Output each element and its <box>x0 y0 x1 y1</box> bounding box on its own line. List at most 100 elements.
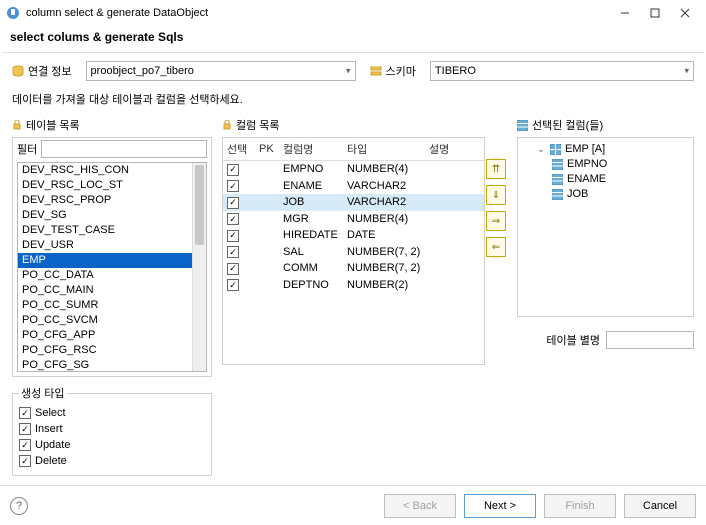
tree-column-item[interactable]: ENAME <box>522 172 689 187</box>
expand-icon[interactable]: ⌄ <box>536 142 546 157</box>
back-button[interactable]: < Back <box>384 494 456 518</box>
checkbox[interactable]: ✓ <box>19 407 31 419</box>
col-header-name[interactable]: 컬럼명 <box>279 138 343 161</box>
schema-select[interactable]: TIBERO ▾ <box>430 61 694 81</box>
column-icon <box>552 174 563 185</box>
gen-type-option[interactable]: ✓ Insert <box>19 421 205 437</box>
table-icon <box>550 144 561 155</box>
checkbox[interactable]: ✓ <box>227 230 239 242</box>
table-item[interactable]: DEV_RSC_LOC_ST <box>18 178 206 193</box>
tree-column-item[interactable]: EMPNO <box>522 157 689 172</box>
table-item[interactable]: PO_CC_MAIN <box>18 283 206 298</box>
tables-fieldset: 필터 DEV_RSC_HIS_CONDEV_RSC_LOC_STDEV_RSC_… <box>12 137 212 377</box>
table-item[interactable]: DEV_USR <box>18 238 206 253</box>
table-item[interactable]: DEV_RSC_HIS_CON <box>18 163 206 178</box>
checkbox[interactable]: ✓ <box>227 213 239 225</box>
scrollbar[interactable] <box>192 163 206 371</box>
schema-icon <box>370 65 382 77</box>
checkbox[interactable]: ✓ <box>19 455 31 467</box>
connection-row: 연결 정보 proobject_po7_tibero ▾ 스키마 TIBERO … <box>12 61 694 81</box>
schema-value: TIBERO <box>435 65 476 77</box>
gen-type-label: Insert <box>35 423 63 435</box>
checkbox[interactable]: ✓ <box>227 263 239 275</box>
selected-cols-tree[interactable]: ⌄ EMP [A] EMPNOENAMEJOB <box>517 137 694 317</box>
gen-type-option[interactable]: ✓Select <box>19 405 205 421</box>
column-row[interactable]: ✓HIREDATEDATE <box>223 227 484 244</box>
cell-type: NUMBER(7, 2) <box>343 260 425 277</box>
column-row[interactable]: ✓DEPTNONUMBER(2) <box>223 277 484 294</box>
cell-desc <box>425 211 484 228</box>
cell-type: NUMBER(2) <box>343 277 425 294</box>
col-header-pk[interactable]: PK <box>255 138 279 161</box>
cell-type: VARCHAR2 <box>343 194 425 211</box>
gen-type-option[interactable]: ✓Update <box>19 437 205 453</box>
cell-name: EMPNO <box>279 161 343 178</box>
column-row[interactable]: ✓ MGRNUMBER(4) <box>223 211 484 228</box>
cell-name: SAL <box>279 244 343 261</box>
cell-desc <box>425 277 484 294</box>
column-icon <box>552 159 563 170</box>
lock-icon <box>12 120 22 130</box>
checkbox[interactable]: ✓ <box>19 439 31 451</box>
columns-grid[interactable]: 선택 PK 컬럼명 타입 설명 ✓ EMPNO NUMBER(4) ✓ENAMEVAR… <box>222 137 485 365</box>
column-row[interactable]: ✓ COMMNUMBER(7, 2) <box>223 260 484 277</box>
help-button[interactable]: ? <box>10 497 28 515</box>
column-row[interactable]: ✓SALNUMBER(7, 2) <box>223 244 484 261</box>
cell-name: COMM <box>279 260 343 277</box>
table-item[interactable]: EMP <box>18 253 206 268</box>
cell-name: JOB <box>279 194 343 211</box>
gen-type-title: 생성 타입 <box>19 385 67 401</box>
table-item[interactable]: PO_CFG_RSC <box>18 343 206 358</box>
minimize-button[interactable] <box>610 2 640 24</box>
checkbox[interactable]: ✓ <box>19 423 31 435</box>
next-button[interactable]: Next > <box>464 494 536 518</box>
wizard-footer: ? < Back Next > Finish Cancel <box>0 485 706 525</box>
col-header-type[interactable]: 타입 <box>343 138 425 161</box>
move-up-button[interactable]: ⇓ <box>486 185 506 205</box>
col-header-desc[interactable]: 설명 <box>425 138 484 161</box>
cancel-button[interactable]: Cancel <box>624 494 696 518</box>
close-button[interactable] <box>670 2 700 24</box>
cell-pk <box>255 277 279 294</box>
gen-type-fieldset: 생성 타입 ✓Select✓Insert✓Update✓Delete <box>12 385 212 476</box>
table-item[interactable]: PO_CC_SVCM <box>18 313 206 328</box>
table-item[interactable]: PO_CFG_SG <box>18 358 206 372</box>
table-item[interactable]: PO_CC_SUMR <box>18 298 206 313</box>
move-top-button[interactable]: ⇈ <box>486 159 506 179</box>
gen-type-option[interactable]: ✓Delete <box>19 453 205 469</box>
checkbox[interactable]: ✓ <box>227 279 239 291</box>
checkbox[interactable]: ✓ <box>227 164 239 176</box>
table-item[interactable]: DEV_RSC_PROP <box>18 193 206 208</box>
columns-icon <box>517 120 528 131</box>
maximize-button[interactable] <box>640 2 670 24</box>
tree-column-item[interactable]: JOB <box>522 187 689 202</box>
cell-desc <box>425 178 484 195</box>
checkbox[interactable]: ✓ <box>227 180 239 192</box>
cell-pk <box>255 244 279 261</box>
alias-label: 테이블 별명 <box>546 332 600 348</box>
alias-input[interactable] <box>606 331 694 349</box>
checkbox[interactable]: ✓ <box>227 246 239 258</box>
cell-type: NUMBER(4) <box>343 211 425 228</box>
column-icon <box>552 189 563 200</box>
column-row[interactable]: ✓ENAMEVARCHAR2 <box>223 178 484 195</box>
cell-pk <box>255 178 279 195</box>
move-right-button[interactable]: ⇒ <box>486 211 506 231</box>
table-item[interactable]: PO_CC_DATA <box>18 268 206 283</box>
filter-input[interactable] <box>41 140 207 158</box>
column-row[interactable]: ✓EMPNONUMBER(4) <box>223 161 484 178</box>
table-item[interactable]: DEV_SG <box>18 208 206 223</box>
chevron-down-icon: ▾ <box>346 66 351 77</box>
table-item[interactable]: PO_CFG_APP <box>18 328 206 343</box>
table-item[interactable]: DEV_TEST_CASE <box>18 223 206 238</box>
checkbox[interactable]: ✓ <box>227 197 239 209</box>
tree-table-label: EMP [A] <box>565 142 605 157</box>
cell-name: MGR <box>279 211 343 228</box>
tables-listbox[interactable]: DEV_RSC_HIS_CONDEV_RSC_LOC_STDEV_RSC_PRO… <box>17 162 207 372</box>
finish-button[interactable]: Finish <box>544 494 616 518</box>
connection-select[interactable]: proobject_po7_tibero ▾ <box>86 61 356 81</box>
col-header-sel[interactable]: 선택 <box>223 138 255 161</box>
column-row[interactable]: ✓ JOBVARCHAR2 <box>223 194 484 211</box>
tables-title: 테이블 목록 <box>26 117 80 133</box>
move-left-button[interactable]: ⇐ <box>486 237 506 257</box>
